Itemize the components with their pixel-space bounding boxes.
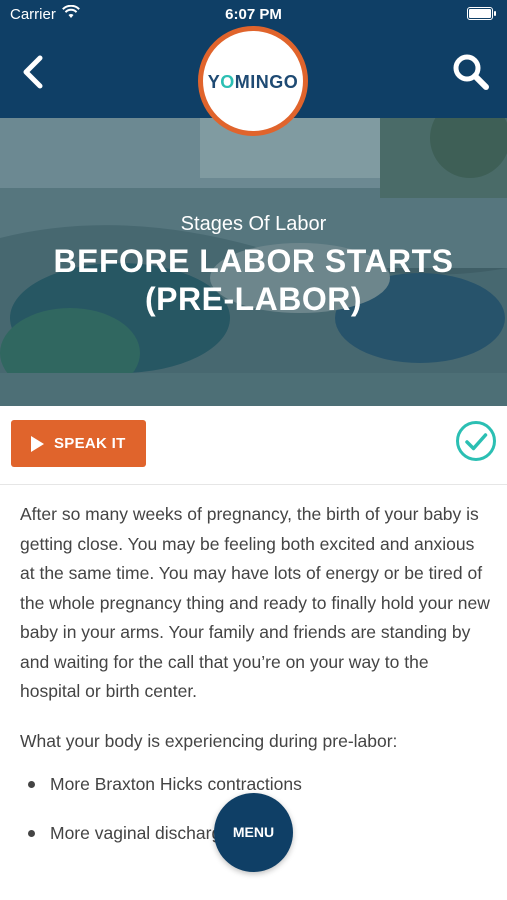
hero-banner: Stages Of Labor BEFORE LABOR STARTS (PRE… bbox=[0, 118, 507, 406]
battery-icon bbox=[467, 7, 496, 20]
check-circle-icon bbox=[456, 421, 496, 461]
yomingo-logo[interactable]: YOMINGO bbox=[198, 26, 308, 136]
hero-title: BEFORE LABOR STARTS (PRE-LABOR) bbox=[53, 243, 454, 317]
menu-label: MENU bbox=[232, 824, 275, 840]
play-icon bbox=[31, 436, 44, 452]
search-button[interactable] bbox=[451, 52, 491, 92]
hero-subtitle: Stages Of Labor bbox=[180, 213, 327, 235]
action-row: SPEAK IT bbox=[0, 406, 507, 485]
list-intro: What your body is experiencing during pr… bbox=[20, 730, 398, 751]
mark-complete-button[interactable] bbox=[455, 420, 497, 462]
search-icon bbox=[453, 54, 489, 90]
back-button[interactable] bbox=[16, 52, 52, 92]
speak-it-button[interactable]: SPEAK IT bbox=[11, 420, 146, 467]
logo-text: YOMINGO bbox=[207, 72, 299, 92]
chevron-left-icon bbox=[23, 55, 43, 89]
status-time: 6:07 PM bbox=[225, 6, 282, 23]
speak-it-label: SPEAK IT bbox=[54, 435, 126, 452]
menu-button[interactable]: MENU bbox=[214, 793, 293, 872]
article-paragraph: After so many weeks of pregnancy, the bi… bbox=[20, 504, 490, 701]
